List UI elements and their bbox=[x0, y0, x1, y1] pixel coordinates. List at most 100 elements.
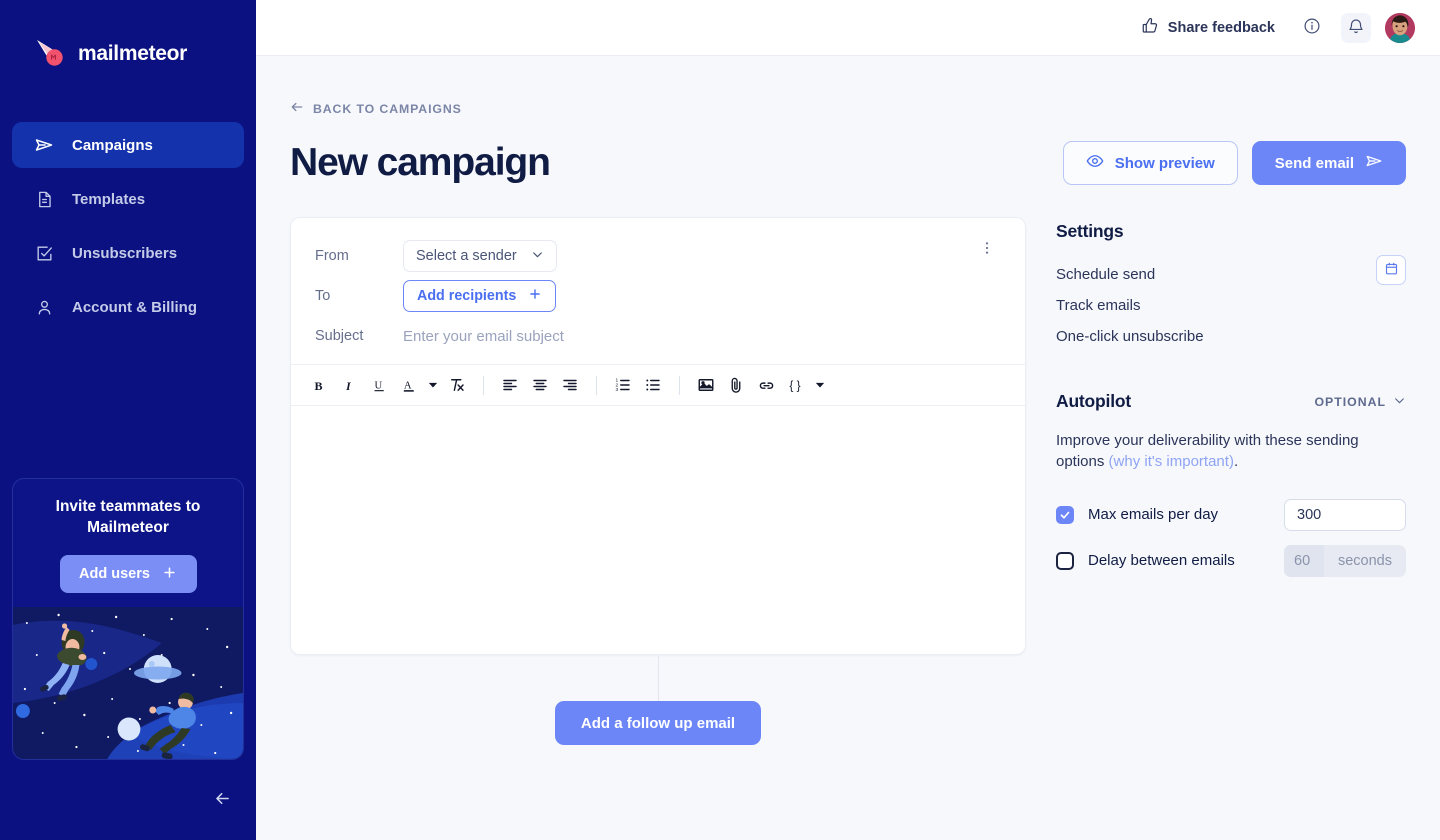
chevron-down-icon bbox=[1393, 394, 1406, 410]
sidebar: mailmeteor Campaigns Templates Unsubscri… bbox=[0, 0, 256, 840]
send-email-label: Send email bbox=[1274, 154, 1354, 172]
max-emails-checkbox[interactable] bbox=[1056, 505, 1074, 524]
page-actions: Show preview Send email bbox=[1062, 141, 1406, 185]
sidebar-item-campaigns[interactable]: Campaigns bbox=[12, 122, 244, 168]
share-feedback-label: Share feedback bbox=[1167, 19, 1275, 36]
autopilot-description: Improve your deliverability with these s… bbox=[1056, 430, 1401, 473]
max-emails-input[interactable] bbox=[1284, 498, 1406, 531]
align-center-icon[interactable] bbox=[526, 371, 554, 399]
setting-row-track-emails[interactable]: Track emails bbox=[1056, 297, 1406, 314]
sidebar-item-unsubscribers[interactable]: Unsubscribers bbox=[12, 230, 244, 276]
setting-label: One-click unsubscribe bbox=[1056, 328, 1204, 345]
editor-toolbar: B I U A 1 2 3 {} bbox=[291, 364, 1025, 406]
followup-connector-line bbox=[657, 655, 659, 701]
italic-icon[interactable]: I bbox=[335, 371, 363, 399]
svg-text:1: 1 bbox=[616, 378, 619, 384]
setting-row-one-click-unsubscribe[interactable]: One-click unsubscribe bbox=[1056, 328, 1406, 345]
page-header-row: New campaign Show preview Send email bbox=[290, 141, 1406, 185]
svg-text:A: A bbox=[403, 380, 411, 391]
bell-icon bbox=[1347, 17, 1365, 38]
merge-field-caret-icon[interactable] bbox=[812, 371, 828, 399]
add-recipients-label: Add recipients bbox=[417, 288, 517, 304]
send-email-button[interactable]: Send email bbox=[1251, 141, 1406, 185]
schedule-send-calendar-button[interactable] bbox=[1376, 255, 1406, 285]
add-users-button[interactable]: Add users bbox=[59, 555, 197, 593]
sidebar-item-label: Campaigns bbox=[72, 136, 153, 154]
text-color-icon[interactable]: A bbox=[395, 371, 423, 399]
attachment-icon[interactable] bbox=[722, 371, 750, 399]
setting-row-schedule-send[interactable]: Schedule send bbox=[1056, 266, 1406, 283]
followup-button-row: Add a follow up email bbox=[290, 701, 1026, 745]
compose-options-button[interactable] bbox=[973, 236, 1001, 263]
settings-title: Settings bbox=[1056, 221, 1124, 241]
delay-label: Delay between emails bbox=[1088, 552, 1235, 570]
autopilot-header: Autopilot OPTIONAL bbox=[1056, 391, 1406, 412]
brand-logo[interactable]: mailmeteor bbox=[0, 0, 256, 78]
bold-icon[interactable]: B bbox=[305, 371, 333, 399]
add-recipients-button[interactable]: Add recipients bbox=[403, 280, 557, 312]
max-emails-label: Max emails per day bbox=[1088, 506, 1219, 524]
subject-row: Subject bbox=[315, 316, 1001, 356]
eye-icon bbox=[1086, 152, 1104, 174]
align-left-icon[interactable] bbox=[496, 371, 524, 399]
compose-fields: From Select a sender To Add recipients S… bbox=[291, 218, 1025, 364]
user-icon bbox=[34, 297, 54, 317]
delay-between-emails-row: Delay between emails seconds bbox=[1056, 544, 1406, 577]
invite-teammates-card: Invite teammates to Mailmeteor Add users bbox=[12, 478, 244, 760]
email-body-editor[interactable] bbox=[291, 406, 1025, 654]
setting-label: Track emails bbox=[1056, 297, 1141, 314]
from-label: From bbox=[315, 248, 349, 264]
add-follow-up-email-button[interactable]: Add a follow up email bbox=[554, 701, 762, 745]
max-emails-per-day-row: Max emails per day bbox=[1056, 498, 1406, 531]
info-circle-icon bbox=[1303, 17, 1321, 38]
show-preview-button[interactable]: Show preview bbox=[1062, 141, 1238, 185]
paper-plane-icon bbox=[1365, 152, 1383, 174]
text-color-caret-icon[interactable] bbox=[425, 371, 441, 399]
svg-text:{ }: { } bbox=[789, 378, 800, 392]
ordered-list-icon[interactable]: 1 2 3 bbox=[609, 371, 637, 399]
autopilot-optional-label: OPTIONAL bbox=[1314, 394, 1386, 409]
sidebar-collapse-button[interactable] bbox=[210, 788, 234, 812]
delay-checkbox[interactable] bbox=[1056, 551, 1074, 570]
app-root: mailmeteor Campaigns Templates Unsubscri… bbox=[0, 0, 1440, 840]
calendar-icon bbox=[1384, 261, 1399, 279]
delay-seconds-input[interactable] bbox=[1284, 544, 1324, 577]
autopilot-optional-toggle[interactable]: OPTIONAL bbox=[1314, 394, 1406, 410]
arrow-left-icon bbox=[290, 100, 304, 117]
merge-field-icon[interactable]: { } bbox=[782, 371, 810, 399]
sidebar-item-account-billing[interactable]: Account & Billing bbox=[12, 284, 244, 330]
content-scroll-area: BACK TO CAMPAIGNS New campaign Show prev… bbox=[256, 56, 1440, 840]
sidebar-collapse-row bbox=[0, 760, 256, 840]
insert-image-icon[interactable] bbox=[692, 371, 720, 399]
arrow-left-icon bbox=[213, 789, 232, 811]
meteor-logo-icon bbox=[34, 37, 68, 71]
sidebar-item-label: Account & Billing bbox=[72, 298, 197, 316]
sender-select-value: Select a sender bbox=[416, 248, 517, 264]
checkbox-square-icon bbox=[34, 243, 54, 263]
subject-input[interactable] bbox=[403, 327, 823, 345]
toolbar-separator bbox=[679, 375, 680, 395]
insert-link-icon[interactable] bbox=[752, 371, 780, 399]
delay-unit-label: seconds bbox=[1337, 552, 1392, 569]
bullet-list-icon[interactable] bbox=[639, 371, 667, 399]
underline-icon[interactable]: U bbox=[365, 371, 393, 399]
svg-text:I: I bbox=[344, 378, 351, 392]
document-icon bbox=[34, 189, 54, 209]
sender-select[interactable]: Select a sender bbox=[403, 240, 557, 272]
sidebar-item-templates[interactable]: Templates bbox=[12, 176, 244, 222]
plus-icon bbox=[528, 287, 542, 305]
sidebar-nav: Campaigns Templates Unsubscribers Accoun… bbox=[0, 122, 256, 330]
page-title: New campaign bbox=[290, 141, 551, 184]
share-feedback-button[interactable]: Share feedback bbox=[1133, 11, 1283, 45]
back-to-campaigns-link[interactable]: BACK TO CAMPAIGNS bbox=[290, 100, 462, 117]
avatar[interactable] bbox=[1385, 12, 1415, 43]
notifications-button[interactable] bbox=[1341, 12, 1371, 43]
align-right-icon[interactable] bbox=[556, 371, 584, 399]
top-bar: Share feedback bbox=[256, 0, 1440, 56]
clear-formatting-icon[interactable] bbox=[443, 371, 471, 399]
why-its-important-link[interactable]: (why it's important) bbox=[1109, 453, 1234, 470]
info-button[interactable] bbox=[1297, 13, 1327, 43]
thumbs-up-icon bbox=[1141, 17, 1159, 39]
invite-card-title: Invite teammates to Mailmeteor bbox=[55, 498, 201, 537]
svg-text:3: 3 bbox=[616, 387, 619, 393]
